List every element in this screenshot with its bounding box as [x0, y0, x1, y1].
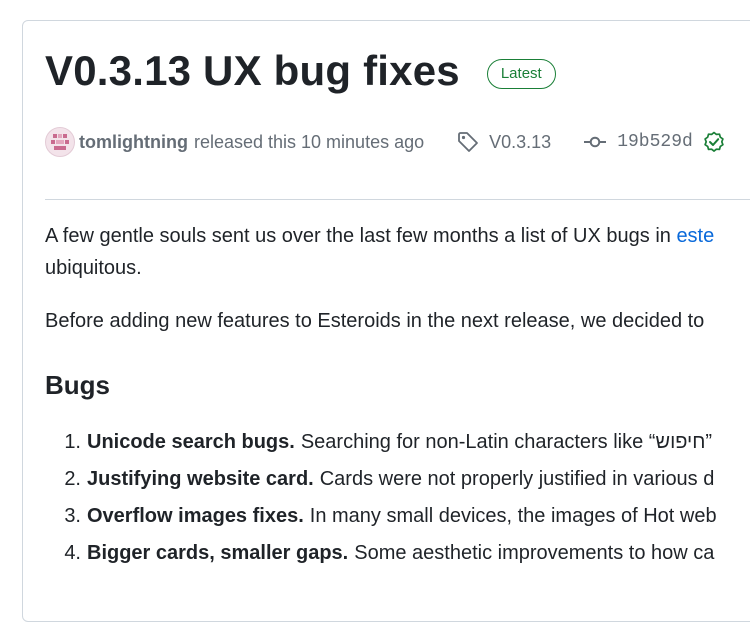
released-text: released this 10 minutes ago	[193, 131, 425, 152]
list-number: 3.	[64, 505, 81, 527]
bug-description: Searching for non-Latin characters like …	[300, 431, 713, 453]
tag-link[interactable]: V0.3.13	[456, 130, 551, 154]
latest-badge: Latest	[486, 59, 556, 89]
author-link[interactable]: tomlightning	[79, 132, 188, 153]
list-item: 1. Unicode search bugs. Searching for no…	[45, 424, 750, 461]
commit-link[interactable]: 19b529d	[584, 131, 725, 153]
release-card: V0.3.13 UX bug fixes Latest tomlightning…	[22, 20, 750, 622]
list-number: 1.	[64, 431, 81, 453]
avatar[interactable]	[45, 127, 75, 157]
tag-label: V0.3.13	[489, 131, 552, 152]
list-number: 2.	[64, 468, 81, 490]
release-title[interactable]: V0.3.13 UX bug fixes	[45, 45, 460, 97]
tag-icon	[458, 132, 479, 152]
bug-list: 1. Unicode search bugs. Searching for no…	[45, 424, 750, 572]
list-number: 4.	[64, 542, 81, 564]
divider	[45, 199, 750, 200]
identicon-icon	[51, 134, 69, 150]
bug-description: In many small devices, the images of Hot…	[309, 505, 717, 527]
bugs-heading: Bugs	[45, 370, 110, 400]
esteroids-link[interactable]: este	[676, 225, 714, 247]
bug-description: Cards were not properly justified in var…	[319, 468, 715, 490]
bug-title: Overflow images fixes.	[87, 505, 304, 527]
verified-check-icon[interactable]	[703, 131, 725, 153]
intro-text: A few gentle souls sent us over the last…	[45, 225, 677, 247]
release-header: V0.3.13 UX bug fixes Latest	[45, 45, 556, 97]
list-item: 3. Overflow images fixes. In many small …	[45, 498, 750, 535]
commit-icon	[584, 136, 607, 148]
bug-title: Unicode search bugs.	[87, 431, 295, 453]
list-item: 4. Bigger cards, smaller gaps. Some aest…	[45, 535, 750, 572]
list-item: 2. Justifying website card. Cards were n…	[45, 461, 750, 498]
intro-text-line2: ubiquitous.	[45, 257, 142, 279]
release-meta: tomlightning released this 10 minutes ag…	[45, 127, 725, 157]
commit-sha: 19b529d	[617, 132, 693, 152]
bug-title: Justifying website card.	[87, 468, 314, 490]
second-paragraph: Before adding new features to Esteroids …	[45, 310, 705, 332]
intro-paragraph: A few gentle souls sent us over the last…	[45, 220, 750, 284]
bug-description: Some aesthetic improvements to how ca	[354, 542, 715, 564]
bug-title: Bigger cards, smaller gaps.	[87, 542, 349, 564]
